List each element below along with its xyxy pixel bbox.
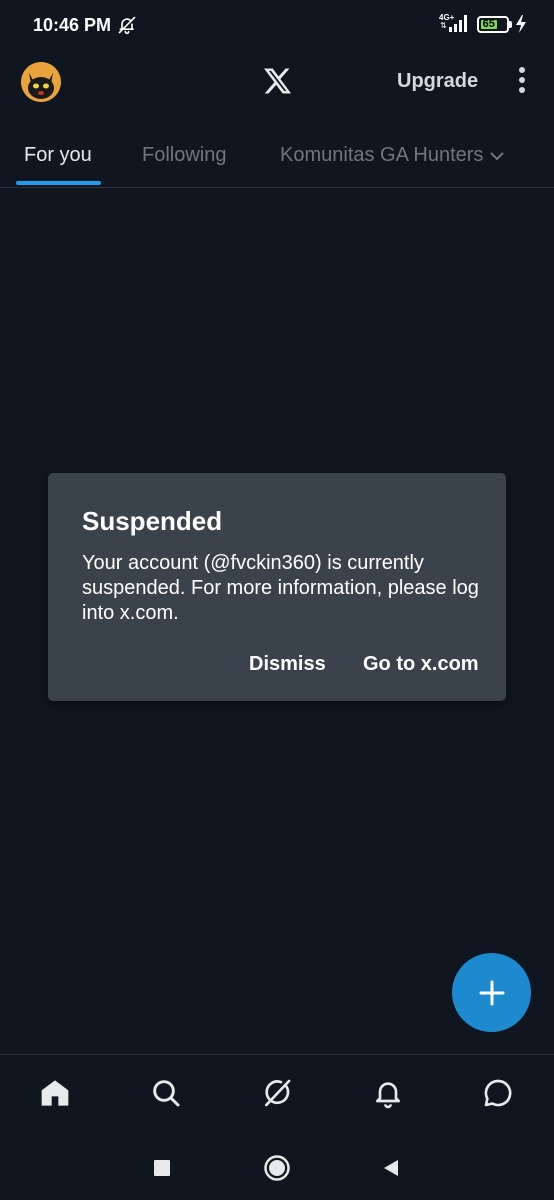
- charging-icon: [516, 15, 526, 33]
- timeline-tabs: For you Following Komunitas GA Hunters: [0, 128, 554, 188]
- messages-icon: [484, 1079, 512, 1107]
- x-logo-icon[interactable]: [262, 66, 292, 96]
- home-circle-icon: [264, 1155, 290, 1181]
- search-icon: [153, 1080, 180, 1107]
- go-to-x-button[interactable]: Go to x.com: [363, 653, 479, 676]
- signal-icon: [449, 15, 467, 32]
- cat-avatar-icon: [21, 62, 61, 102]
- nav-home[interactable]: [37, 1075, 73, 1111]
- nav-grok[interactable]: [259, 1075, 295, 1111]
- plus-icon: [479, 980, 504, 1005]
- active-tab-indicator: [16, 181, 101, 185]
- nav-messages[interactable]: [480, 1075, 516, 1111]
- nav-notifications[interactable]: [370, 1075, 406, 1111]
- recents-icon: [154, 1160, 170, 1176]
- chevron-down-icon: [490, 152, 505, 161]
- screen: 10:46 PM 4G+ ⇅ 65 Upgrade For you Follow…: [0, 0, 554, 1200]
- compose-button[interactable]: [452, 953, 531, 1032]
- grok-icon: [265, 1079, 291, 1107]
- dismiss-button[interactable]: Dismiss: [249, 653, 326, 676]
- home-icon: [41, 1080, 69, 1106]
- suspended-dialog: Suspended Your account (@fvckin360) is c…: [48, 473, 506, 701]
- battery-percent: 65: [482, 18, 495, 30]
- more-vertical-icon[interactable]: [512, 67, 532, 97]
- tab-community[interactable]: Komunitas GA Hunters: [280, 144, 505, 167]
- tab-following[interactable]: Following: [142, 144, 226, 167]
- upgrade-button[interactable]: Upgrade: [397, 70, 478, 93]
- avatar[interactable]: [21, 62, 61, 102]
- battery-nub: [509, 21, 512, 28]
- tab-community-label: Komunitas GA Hunters: [280, 144, 484, 166]
- home-system-button[interactable]: [262, 1153, 292, 1183]
- system-nav-bar: [0, 1138, 554, 1200]
- recents-button[interactable]: [147, 1153, 177, 1183]
- back-button[interactable]: [376, 1153, 406, 1183]
- battery-level: 65: [481, 18, 497, 30]
- bottom-nav: [0, 1054, 554, 1138]
- status-time: 10:46 PM: [33, 15, 112, 35]
- dialog-title: Suspended: [82, 506, 223, 536]
- app-header: Upgrade: [0, 52, 554, 118]
- bell-off-icon: [118, 16, 136, 35]
- back-icon: [384, 1160, 398, 1176]
- tab-for-you[interactable]: For you: [24, 144, 92, 167]
- nav-search[interactable]: [148, 1075, 184, 1111]
- dialog-message: Your account (@fvckin360) is currently s…: [82, 552, 479, 624]
- data-arrows-icon: ⇅: [440, 21, 447, 30]
- notifications-icon: [376, 1082, 400, 1109]
- battery-icon: 65: [477, 16, 509, 33]
- status-bar: 10:46 PM 4G+ ⇅ 65: [0, 0, 554, 52]
